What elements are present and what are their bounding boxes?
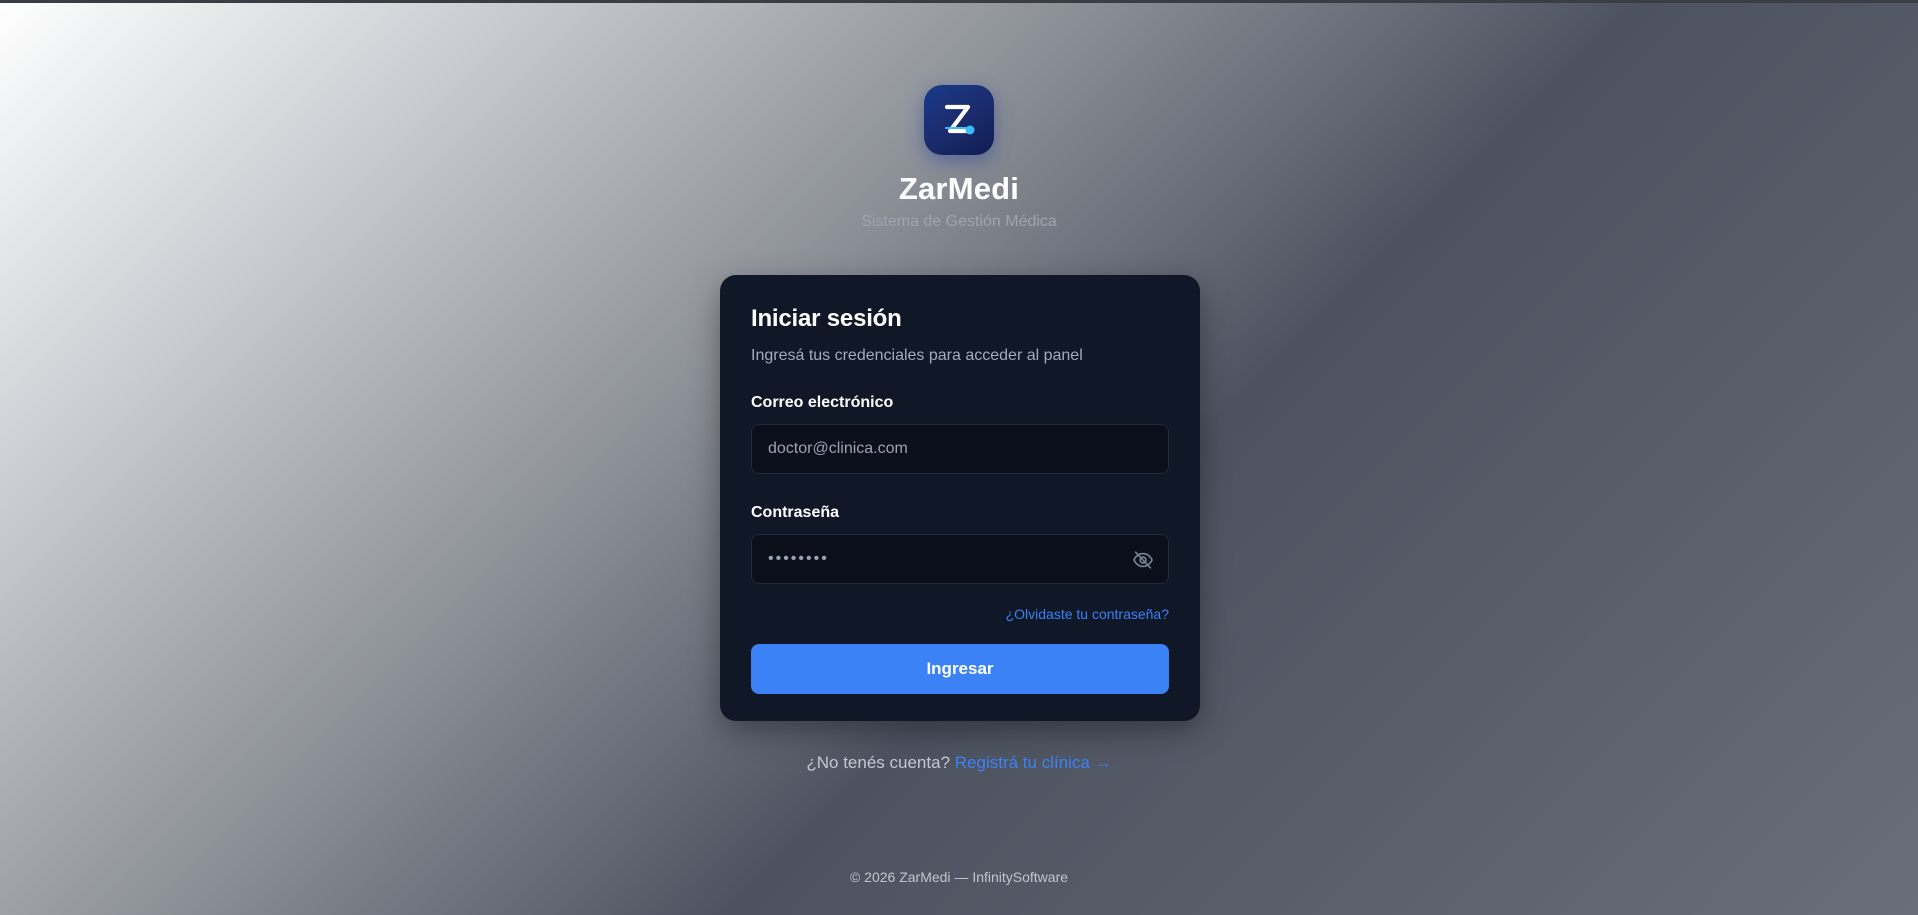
login-title: Iniciar sesión: [751, 305, 902, 332]
z-logo-icon: [924, 85, 994, 155]
login-submit-button[interactable]: Ingresar: [751, 644, 1169, 694]
footer-copyright: © 2026 ZarMedi — InfinitySoftware: [849, 869, 1069, 885]
eye-off-icon[interactable]: [1132, 549, 1154, 571]
email-field[interactable]: [768, 440, 1152, 458]
forgot-password-link[interactable]: ¿Olvidaste tu contraseña?: [751, 606, 1169, 622]
register-clinic-link[interactable]: Registrá tu clínica →: [955, 753, 1112, 772]
app-tagline: Sistema de Gestión Médica: [861, 213, 1057, 230]
app-name: ZarMedi: [898, 171, 1020, 206]
email-label: Correo electrónico: [751, 394, 894, 411]
email-field-wrapper: [751, 424, 1169, 474]
z-logo-glyph: [944, 104, 975, 135]
login-card: Iniciar sesión Ingresá tus credenciales …: [720, 275, 1200, 721]
password-value: ••••••••: [768, 550, 829, 567]
password-label: Contraseña: [751, 504, 840, 521]
signup-prompt-text: ¿No tenés cuenta?: [806, 753, 951, 772]
login-subtitle: Ingresá tus credenciales para acceder al…: [751, 347, 1083, 364]
signup-prompt: ¿No tenés cuenta? Registrá tu clínica →: [0, 753, 1918, 773]
password-field[interactable]: ••••••••: [751, 534, 1169, 584]
brand-header: ZarMedi Sistema de Gestión Médica: [0, 85, 1918, 231]
